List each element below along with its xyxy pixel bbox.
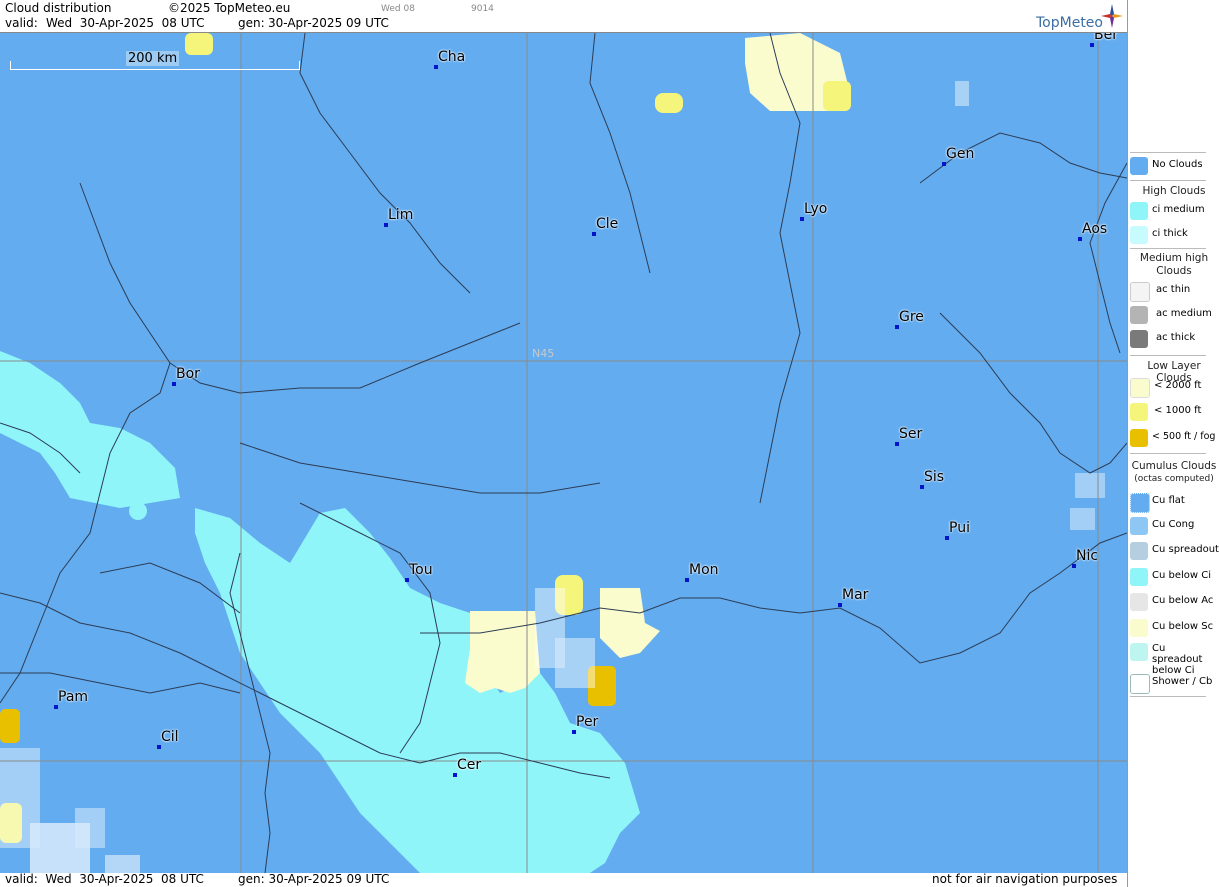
legend-shower-cb: Shower / Cb bbox=[1128, 672, 1219, 694]
compass-star-icon bbox=[1101, 4, 1123, 28]
city-dot bbox=[434, 65, 438, 69]
legend-cu-below-ac-label: Cu below Ac bbox=[1152, 595, 1214, 606]
legend-cumulus-heading: Cumulus Clouds bbox=[1131, 460, 1217, 472]
legend-cu-spreadout: Cu spreadout bbox=[1128, 540, 1219, 562]
city-dot bbox=[945, 536, 949, 540]
legend-cu-spreadout-below-ci: Cu spreadout below Ci bbox=[1128, 641, 1219, 676]
city-dot bbox=[1078, 237, 1082, 241]
legend-panel: No Clouds High Clouds ci medium ci thick… bbox=[1127, 0, 1219, 887]
legend-cu-cong: Cu Cong bbox=[1128, 515, 1219, 537]
legend-cu-below-sc: Cu below Sc bbox=[1128, 617, 1219, 639]
city-label: Cer bbox=[457, 757, 482, 773]
legend-ac-thick-label: ac thick bbox=[1156, 332, 1196, 343]
city-dot bbox=[1090, 43, 1094, 47]
city-dot bbox=[838, 603, 842, 607]
legend-ci-thick: ci thick bbox=[1128, 224, 1219, 246]
city-label: Ber bbox=[1094, 33, 1118, 43]
legend-shower-cb-label: Shower / Cb bbox=[1152, 676, 1213, 687]
legend-high-clouds-heading: High Clouds bbox=[1142, 185, 1206, 197]
city-label: Pam bbox=[58, 689, 89, 705]
frame-day: Wed 08 bbox=[381, 4, 415, 14]
city-label: Cha bbox=[438, 49, 466, 65]
footer-gen: gen: 30-Apr-2025 09 UTC bbox=[238, 872, 390, 886]
city-label: Cil bbox=[161, 729, 179, 745]
legend-no-clouds-label: No Clouds bbox=[1152, 159, 1203, 170]
city-dot bbox=[172, 382, 176, 386]
city-dot bbox=[592, 232, 596, 236]
map-title: Cloud distribution bbox=[5, 1, 112, 15]
legend-low-1000-label: < 1000 ft bbox=[1154, 405, 1202, 416]
topmeteo-logo-text[interactable]: TopMeteo bbox=[1036, 15, 1103, 31]
legend-low-500: < 500 ft / fog bbox=[1128, 427, 1219, 449]
city-dot bbox=[895, 325, 899, 329]
city-dot bbox=[920, 485, 924, 489]
city-label: Bor bbox=[176, 366, 200, 382]
map-footer: valid: Wed 30-Apr-2025 08 UTC gen: 30-Ap… bbox=[0, 872, 1127, 887]
city-label: Tou bbox=[409, 562, 433, 578]
city-label: Pui bbox=[949, 520, 970, 536]
legend-low-500-label: < 500 ft / fog bbox=[1152, 431, 1216, 442]
copyright: ©2025 TopMeteo.eu bbox=[168, 1, 291, 15]
cloud-map[interactable]: 200 km N45 Cha Ber Gen Lim Cle Lyo Aos Gre Bor Se… bbox=[0, 33, 1127, 873]
latitude-label: N45 bbox=[532, 347, 555, 360]
legend-cu-flat-label: Cu flat bbox=[1152, 495, 1185, 506]
legend-no-clouds: No Clouds bbox=[1128, 155, 1219, 177]
legend-ac-thin-label: ac thin bbox=[1156, 284, 1191, 295]
city-dot bbox=[405, 578, 409, 582]
legend-cu-below-sc-label: Cu below Sc bbox=[1152, 621, 1214, 632]
city-label: Per bbox=[576, 714, 599, 730]
legend-ac-thick: ac thick bbox=[1128, 328, 1219, 350]
legend-ci-thick-label: ci thick bbox=[1152, 228, 1188, 239]
city-label: Mon bbox=[689, 562, 719, 578]
footer-disclaimer: not for air navigation purposes bbox=[932, 872, 1118, 886]
legend-cu-spreadout-label: Cu spreadout bbox=[1152, 544, 1219, 555]
city-dot bbox=[942, 162, 946, 166]
map-header: Cloud distribution ©2025 TopMeteo.eu val… bbox=[0, 0, 1127, 33]
legend-cu-flat: Cu flat bbox=[1128, 491, 1219, 513]
city-label: Ser bbox=[899, 426, 923, 442]
city-label: Lim bbox=[388, 207, 414, 223]
city-label: Mar bbox=[842, 587, 869, 603]
legend-ac-thin: ac thin bbox=[1128, 280, 1219, 302]
city-dot bbox=[572, 730, 576, 734]
legend-cumulus-subheading: (octas computed) bbox=[1134, 474, 1214, 484]
gen-time: 30-Apr-2025 09 UTC bbox=[268, 16, 389, 30]
legend-cu-below-ci: Cu below Ci bbox=[1128, 566, 1219, 588]
legend-medium-high-heading: Medium high Clouds bbox=[1139, 252, 1209, 277]
frame-code: 9014 bbox=[471, 4, 494, 14]
city-dot bbox=[157, 745, 161, 749]
legend-low-2000: < 2000 ft bbox=[1128, 376, 1219, 398]
city-label: Gre bbox=[899, 309, 924, 325]
city-label: Aos bbox=[1082, 221, 1108, 237]
city-dot bbox=[1072, 564, 1076, 568]
legend-cu-below-ac: Cu below Ac bbox=[1128, 591, 1219, 613]
city-label: Nic bbox=[1076, 548, 1099, 564]
gen-label: gen: bbox=[238, 16, 265, 30]
legend-cu-below-ci-label: Cu below Ci bbox=[1152, 570, 1212, 581]
valid-label: valid: bbox=[5, 16, 38, 30]
legend-ci-medium-label: ci medium bbox=[1152, 204, 1205, 215]
legend-low-2000-label: < 2000 ft bbox=[1154, 380, 1202, 391]
city-dot bbox=[895, 442, 899, 446]
city-label: Lyo bbox=[804, 201, 828, 217]
legend-ac-medium: ac medium bbox=[1128, 304, 1219, 326]
city-dot bbox=[685, 578, 689, 582]
city-label: Gen bbox=[946, 146, 975, 162]
legend-ci-medium: ci medium bbox=[1128, 200, 1219, 222]
footer-valid: valid: Wed 30-Apr-2025 08 UTC bbox=[5, 872, 204, 886]
city-dot bbox=[800, 217, 804, 221]
legend-ac-medium-label: ac medium bbox=[1156, 308, 1212, 319]
city-label: Cle bbox=[596, 216, 619, 232]
city-dot bbox=[453, 773, 457, 777]
city-dot bbox=[54, 705, 58, 709]
city-dot bbox=[384, 223, 388, 227]
legend-cu-cong-label: Cu Cong bbox=[1152, 519, 1195, 530]
legend-low-1000: < 1000 ft bbox=[1128, 401, 1219, 423]
valid-time: Wed 30-Apr-2025 08 UTC bbox=[46, 16, 205, 30]
scale-label: 200 km bbox=[126, 51, 180, 66]
city-label: Sis bbox=[924, 469, 945, 485]
